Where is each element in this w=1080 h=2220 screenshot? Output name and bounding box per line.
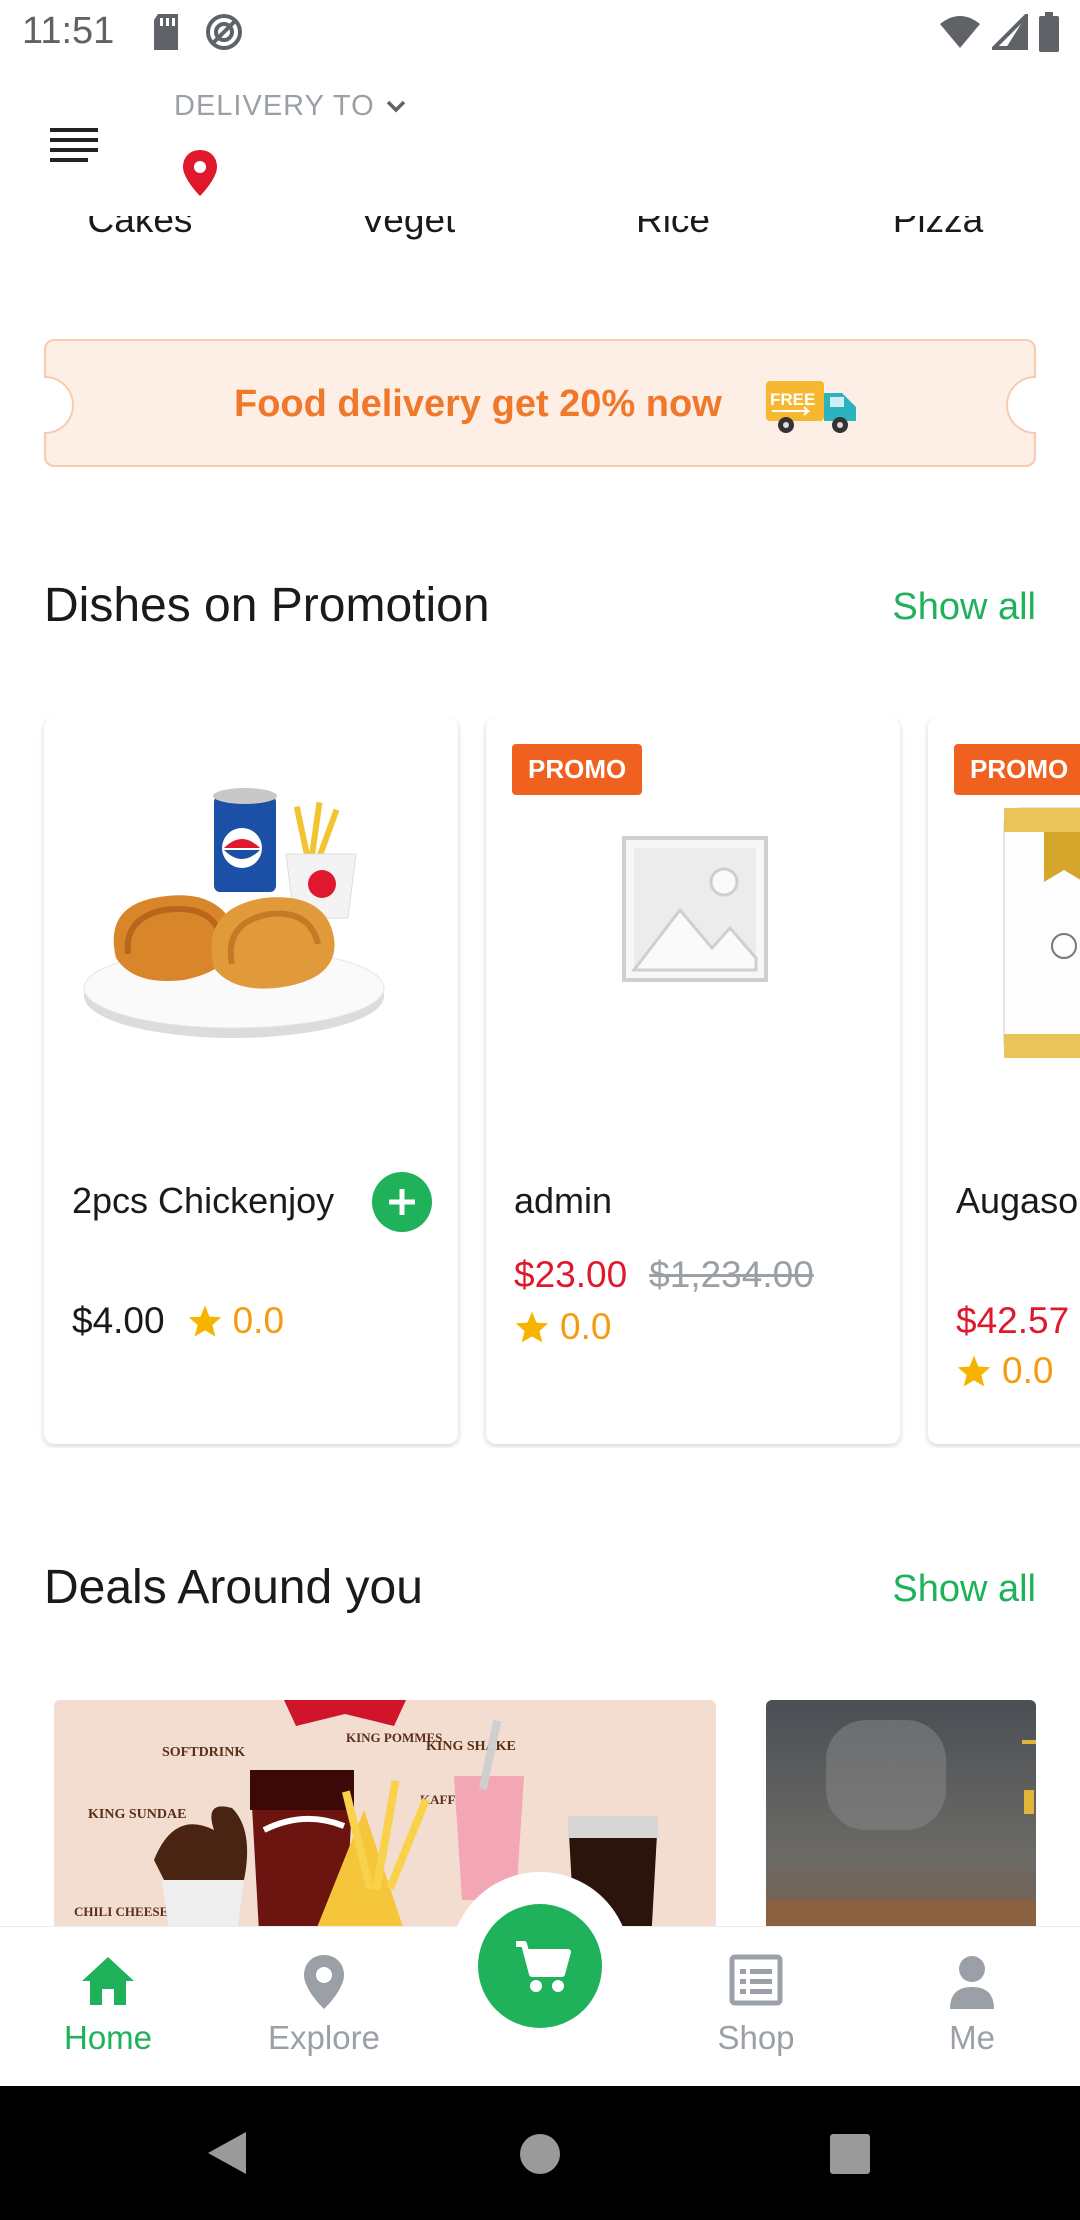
product-can-image (1003, 807, 1080, 1058)
rating-value: 0.0 (232, 1300, 285, 1341)
menu-button[interactable] (44, 122, 104, 166)
dish-name: Augaso Freeze (956, 1180, 1080, 1221)
rating-value: 0.0 (560, 1306, 612, 1347)
signal-icon (992, 14, 1028, 50)
nav-explore[interactable]: Explore (234, 1949, 414, 2057)
dish-price: $42.57 (956, 1300, 1070, 1341)
dish-price: $23.00 (514, 1254, 628, 1295)
dish-card[interactable]: PROMO admin $23.00 $1,234.00 0.0 (486, 718, 900, 1444)
sync-icon (206, 14, 242, 50)
nav-label: Shop (717, 2019, 795, 2056)
promotion-carousel[interactable]: 2pcs Chickenjoy $4.00 0.0 PROMO admin $2… (0, 718, 1080, 1448)
deal-text: SOFTDRINK (162, 1745, 245, 1760)
person-icon (950, 1956, 994, 2009)
free-badge-text: FREE (770, 390, 815, 409)
wifi-icon (940, 16, 980, 48)
chevron-down-icon (386, 100, 405, 112)
app-header: DELIVERY TO (0, 66, 1080, 216)
dish-rating: 0.0 (956, 1350, 1053, 1392)
dish-rating: 0.0 (187, 1300, 284, 1342)
deal-image: SOFTDRINK KING SHAKE KAFFEE KING SUNDAE … (54, 1700, 716, 1926)
rating-value: 0.0 (1002, 1350, 1054, 1391)
placeholder-image-icon (622, 836, 768, 982)
home-icon (82, 1957, 134, 2005)
plus-icon (389, 1189, 415, 1215)
dish-name: 2pcs Chickenjoy (72, 1180, 335, 1221)
cart-icon (516, 1941, 571, 1992)
dish-name: admin (514, 1180, 613, 1221)
dish-old-price: $1,234.00 (649, 1254, 814, 1295)
deal-card[interactable] (766, 1700, 1036, 1926)
sd-card-icon (154, 14, 178, 50)
deal-card[interactable]: SOFTDRINK KING SHAKE KAFFEE KING SUNDAE … (54, 1700, 716, 1926)
show-all-promotion-link[interactable]: Show all (892, 586, 1036, 629)
nav-home[interactable]: Home (18, 1949, 198, 2057)
system-navigation-bar (0, 2086, 1080, 2220)
status-bar: 11:51 (0, 0, 1080, 66)
star-icon (515, 1311, 549, 1343)
dish-price: $4.00 (72, 1300, 165, 1341)
battery-icon (1039, 12, 1059, 52)
delivery-to-selector[interactable]: DELIVERY TO (174, 90, 407, 123)
menu-icon (50, 128, 98, 162)
location-pin-icon[interactable] (180, 148, 220, 198)
nav-shop[interactable]: Shop (666, 1949, 846, 2057)
delivery-truck-icon: FREE (766, 381, 856, 433)
dish-rating: 0.0 (514, 1306, 611, 1348)
recents-icon[interactable] (828, 2132, 872, 2176)
banner-text: Food delivery get 20% now (234, 383, 722, 425)
deal-text: KING SUNDAE (88, 1807, 186, 1822)
star-icon (957, 1355, 991, 1387)
dish-card[interactable]: 2pcs Chickenjoy $4.00 0.0 (44, 718, 458, 1444)
section-title-deals: Deals Around you (44, 1561, 423, 1614)
nav-label: Me (949, 2019, 995, 2056)
back-icon[interactable] (204, 2128, 250, 2178)
list-icon (729, 1954, 783, 2006)
cart-button[interactable] (478, 1904, 602, 2028)
chickenjoy-image (83, 788, 385, 1038)
deal-text: KING POMMES (346, 1730, 442, 1745)
map-pin-icon (304, 1955, 344, 2009)
delivery-to-label: DELIVERY TO (174, 90, 375, 122)
section-title-promotion: Dishes on Promotion (44, 579, 490, 632)
home-circle-icon[interactable] (518, 2132, 562, 2176)
dish-card[interactable]: PROMO Augaso Freeze $42.57 0.0 (928, 718, 1080, 1444)
status-time: 11:51 (22, 10, 115, 52)
nav-label: Home (63, 2019, 153, 2056)
nav-me[interactable]: Me (882, 1949, 1062, 2057)
promo-banner[interactable]: Food delivery get 20% now FREE (44, 339, 1036, 467)
star-icon (188, 1305, 221, 1337)
add-to-cart-button[interactable] (372, 1172, 432, 1232)
nav-label: Explore (268, 2019, 380, 2056)
show-all-deals-link[interactable]: Show all (892, 1568, 1036, 1611)
deal-image (766, 1700, 1036, 1926)
